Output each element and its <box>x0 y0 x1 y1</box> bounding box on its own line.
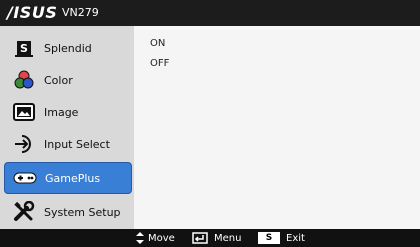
system-setup-icon <box>12 200 36 224</box>
enter-icon <box>192 232 208 244</box>
exit-label: Exit <box>286 232 305 244</box>
options-panel: ON OFF <box>134 26 420 229</box>
asus-logo: /ISUS <box>7 3 58 22</box>
menu-label: Menu <box>214 232 242 244</box>
menu-item-input-select[interactable]: Input Select <box>4 128 132 160</box>
sidebar-menu: S Splendid Color Image Input Select Game… <box>0 26 134 229</box>
gameplus-icon <box>13 166 37 190</box>
menu-item-label: Input Select <box>44 137 110 151</box>
move-hint: Move <box>136 231 175 245</box>
menu-item-label: Color <box>44 73 73 87</box>
menu-item-label: Splendid <box>44 41 92 55</box>
menu-item-gameplus[interactable]: GamePlus <box>4 162 132 194</box>
menu-item-splendid[interactable]: S Splendid <box>4 32 132 64</box>
osd-window: /ISUS VN279 S Splendid Color Image Input… <box>0 0 420 247</box>
menu-hint: Menu <box>192 231 241 245</box>
s-key-icon: S <box>258 232 280 244</box>
menu-item-color[interactable]: Color <box>4 64 132 96</box>
menu-item-system-setup[interactable]: System Setup <box>4 196 132 228</box>
color-icon <box>12 68 36 92</box>
title-bar: /ISUS VN279 <box>0 0 420 26</box>
image-icon <box>12 100 36 124</box>
move-arrows-icon <box>136 232 144 244</box>
exit-hint: S Exit <box>258 231 305 245</box>
menu-item-label: Image <box>44 105 79 119</box>
move-label: Move <box>148 232 175 244</box>
splendid-icon: S <box>12 36 36 60</box>
menu-item-label: System Setup <box>44 205 121 219</box>
option-off[interactable]: OFF <box>150 58 169 69</box>
model-name: VN279 <box>62 6 99 19</box>
option-on[interactable]: ON <box>150 38 165 49</box>
menu-item-image[interactable]: Image <box>4 96 132 128</box>
svg-text:S: S <box>20 42 28 55</box>
input-select-icon <box>12 132 36 156</box>
footer-bar: Move Menu S Exit <box>0 229 420 247</box>
menu-item-label: GamePlus <box>45 171 101 185</box>
